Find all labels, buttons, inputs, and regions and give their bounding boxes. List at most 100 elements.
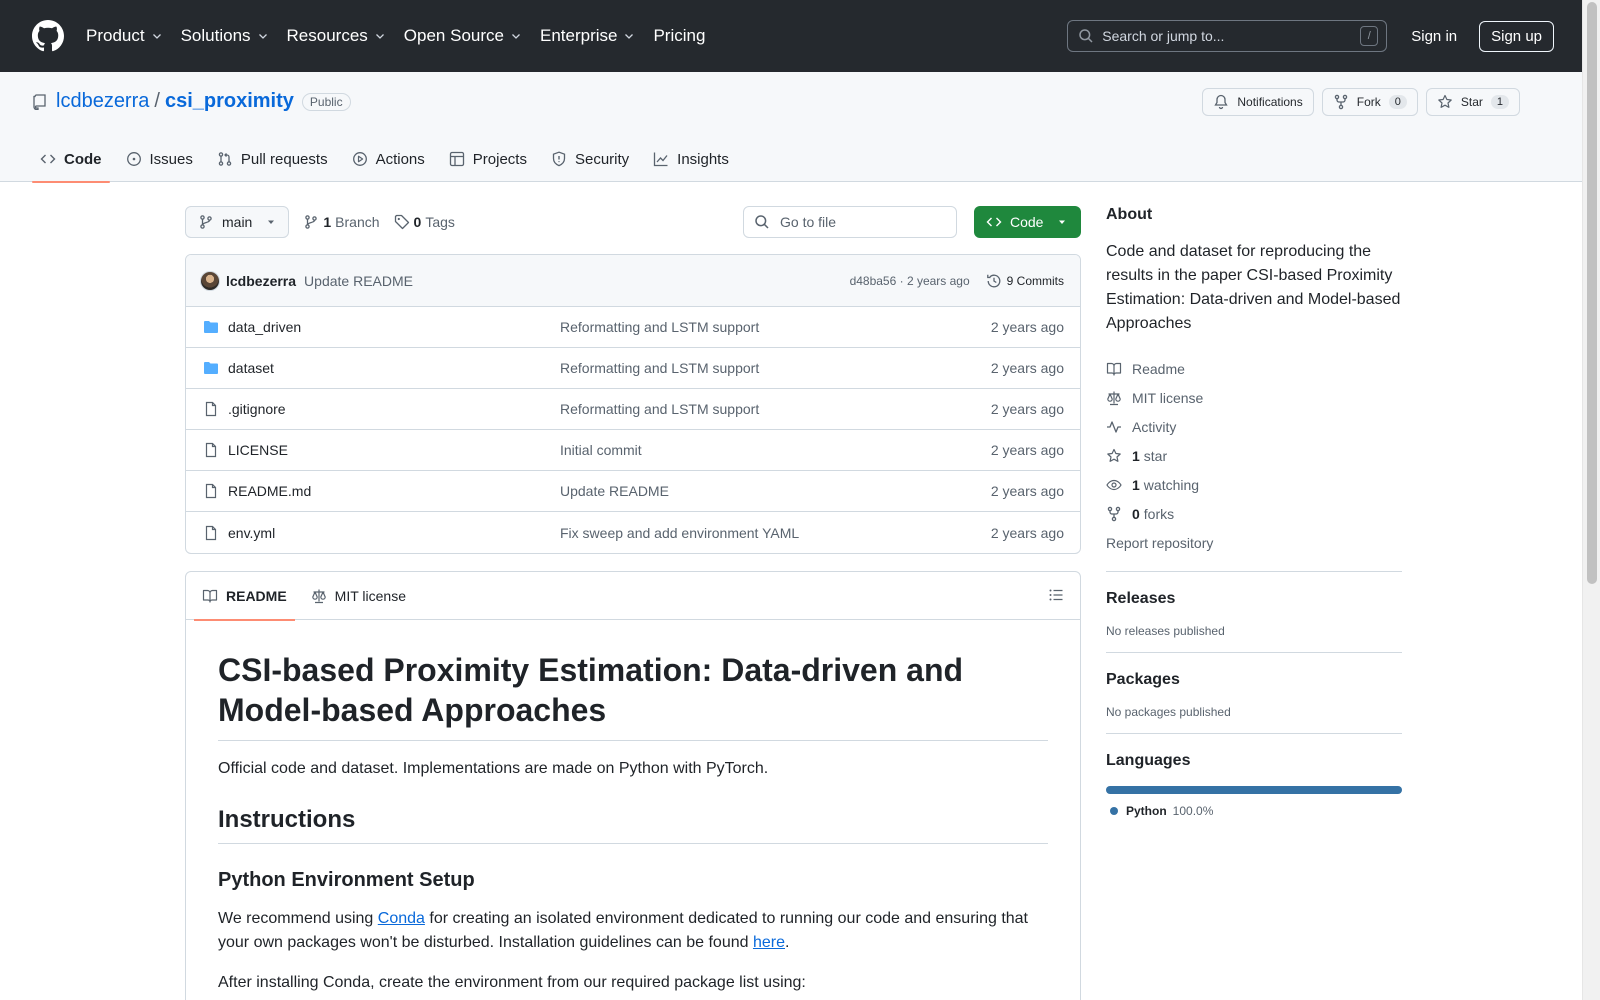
file-commit-message[interactable]: Reformatting and LSTM support <box>560 319 991 335</box>
releases-empty: No releases published <box>1106 624 1225 638</box>
nav-resources[interactable]: Resources <box>287 26 386 46</box>
conda-link[interactable]: Conda <box>378 910 425 927</box>
nav-solutions[interactable]: Solutions <box>181 26 269 46</box>
nav-open-source[interactable]: Open Source <box>404 26 522 46</box>
pulse-icon <box>1107 420 1121 433</box>
packages-empty: No packages published <box>1106 705 1231 719</box>
repo-name-link[interactable]: csi_proximity <box>165 90 294 113</box>
tab-projects-label: Projects <box>472 150 527 168</box>
stars-link[interactable]: 1 star <box>1106 441 1402 470</box>
file-row[interactable]: dataset Reformatting and LSTM support 2 … <box>186 348 1080 389</box>
commits-history-link[interactable]: 9 Commits <box>986 273 1064 289</box>
tag-label: Tags <box>425 214 455 230</box>
file-name-link[interactable]: env.yml <box>228 525 560 541</box>
tab-security[interactable]: Security <box>543 136 637 182</box>
readme-link[interactable]: Readme <box>1106 354 1402 383</box>
table-icon <box>449 151 464 167</box>
file-row[interactable]: README.md Update README 2 years ago <box>186 471 1080 512</box>
file-row[interactable]: env.yml Fix sweep and add environment YA… <box>186 512 1080 553</box>
report-repository-link[interactable]: Report repository <box>1106 528 1402 557</box>
github-logo-icon[interactable] <box>32 20 64 52</box>
commits-count-label: 9 Commits <box>1006 273 1064 288</box>
star-count: 1 <box>1490 95 1509 109</box>
commit-message-link[interactable]: Update README <box>304 273 850 289</box>
file-name-link[interactable]: dataset <box>228 360 560 376</box>
folder-icon <box>204 321 218 333</box>
tab-security-label: Security <box>574 150 630 168</box>
tab-readme[interactable]: README <box>194 572 295 621</box>
file-name-link[interactable]: LICENSE <box>228 442 560 458</box>
global-search-input[interactable]: Search or jump to... / <box>1067 20 1388 52</box>
repo-owner-link[interactable]: lcdbezerra <box>56 90 149 113</box>
file-commit-message[interactable]: Reformatting and LSTM support <box>560 401 991 417</box>
notifications-button[interactable]: Notifications <box>1202 88 1314 116</box>
fork-button[interactable]: Fork 0 <box>1321 88 1418 116</box>
here-link[interactable]: here <box>753 934 785 951</box>
avatar[interactable] <box>200 270 220 291</box>
file-row[interactable]: data_driven Reformatting and LSTM suppor… <box>186 307 1080 348</box>
tab-mit-license[interactable]: MIT license <box>303 572 414 620</box>
file-commit-message[interactable]: Fix sweep and add environment YAML <box>560 525 991 541</box>
nav-enterprise[interactable]: Enterprise <box>540 26 635 46</box>
forks-label: forks <box>1143 505 1175 522</box>
search-placeholder: Search or jump to... <box>1102 28 1225 44</box>
paragraph-text: We recommend using <box>218 910 378 927</box>
file-name-link[interactable]: .gitignore <box>228 401 560 417</box>
code-dropdown-button[interactable]: Code <box>974 206 1081 238</box>
star-icon <box>1438 94 1452 108</box>
tags-link[interactable]: 0 Tags <box>394 214 455 230</box>
scrollbar-thumb[interactable] <box>1587 2 1597 584</box>
tab-projects[interactable]: Projects <box>441 136 535 182</box>
file-age: 2 years ago <box>990 483 1064 499</box>
repo-actions: Notifications Fork 0 Star 1 <box>1194 88 1520 116</box>
sign-in-link[interactable]: Sign in <box>1411 28 1457 45</box>
branches-link[interactable]: 1 Branch <box>303 214 380 230</box>
watching-label: watching <box>1143 476 1200 493</box>
stars-count: 1 <box>1132 447 1140 464</box>
repo-path-separator: / <box>154 90 160 112</box>
code-icon <box>986 217 1002 227</box>
file-icon <box>205 525 217 540</box>
releases-heading[interactable]: Releases <box>1106 590 1402 608</box>
branch-icon <box>200 215 212 229</box>
tab-actions[interactable]: Actions <box>344 136 433 182</box>
forks-count: 0 <box>1132 505 1140 522</box>
nav-pricing[interactable]: Pricing <box>653 26 705 46</box>
tab-issues[interactable]: Issues <box>118 136 201 182</box>
paragraph-text: . <box>785 934 790 951</box>
activity-link[interactable]: Activity <box>1106 412 1402 441</box>
nav-enterprise-label: Enterprise <box>539 26 618 45</box>
tab-code[interactable]: Code <box>32 136 110 183</box>
watchers-link[interactable]: 1 watching <box>1106 470 1402 499</box>
star-button[interactable]: Star 1 <box>1425 88 1520 116</box>
tab-insights-label: Insights <box>677 150 729 168</box>
tab-insights[interactable]: Insights <box>645 136 737 182</box>
language-item[interactable]: Python 100.0% <box>1106 804 1402 818</box>
packages-heading[interactable]: Packages <box>1106 671 1402 689</box>
branch-name: main <box>222 214 253 230</box>
sign-up-button[interactable]: Sign up <box>1479 20 1554 52</box>
page-scrollbar[interactable] <box>1582 0 1600 1000</box>
commit-hash-time[interactable]: d48ba56 · 2 years ago <box>850 274 970 288</box>
file-row[interactable]: .gitignore Reformatting and LSTM support… <box>186 389 1080 430</box>
readme-intro: Official code and dataset. Implementatio… <box>218 760 769 777</box>
file-commit-message[interactable]: Initial commit <box>560 442 991 458</box>
file-commit-message[interactable]: Reformatting and LSTM support <box>560 360 991 376</box>
file-name-link[interactable]: README.md <box>228 483 560 499</box>
file-commit-message[interactable]: Update README <box>560 483 991 499</box>
tab-pull-requests[interactable]: Pull requests <box>209 136 336 182</box>
chevron-down-icon <box>625 34 634 39</box>
go-to-file-input[interactable]: Go to file <box>743 206 957 238</box>
watching-count: 1 <box>1132 476 1140 493</box>
chevron-down-icon <box>375 34 384 39</box>
file-name-link[interactable]: data_driven <box>228 319 560 335</box>
language-color-dot <box>1110 807 1118 815</box>
commit-author-link[interactable]: lcdbezerra <box>226 273 296 289</box>
branch-selector[interactable]: main <box>185 206 290 238</box>
file-row[interactable]: LICENSE Initial commit 2 years ago <box>186 430 1080 471</box>
fork-label: Fork <box>1356 95 1381 109</box>
license-link[interactable]: MIT license <box>1106 383 1402 412</box>
forks-link[interactable]: 0 forks <box>1106 499 1402 528</box>
nav-product[interactable]: Product <box>86 26 163 46</box>
outline-button[interactable] <box>1048 587 1064 603</box>
